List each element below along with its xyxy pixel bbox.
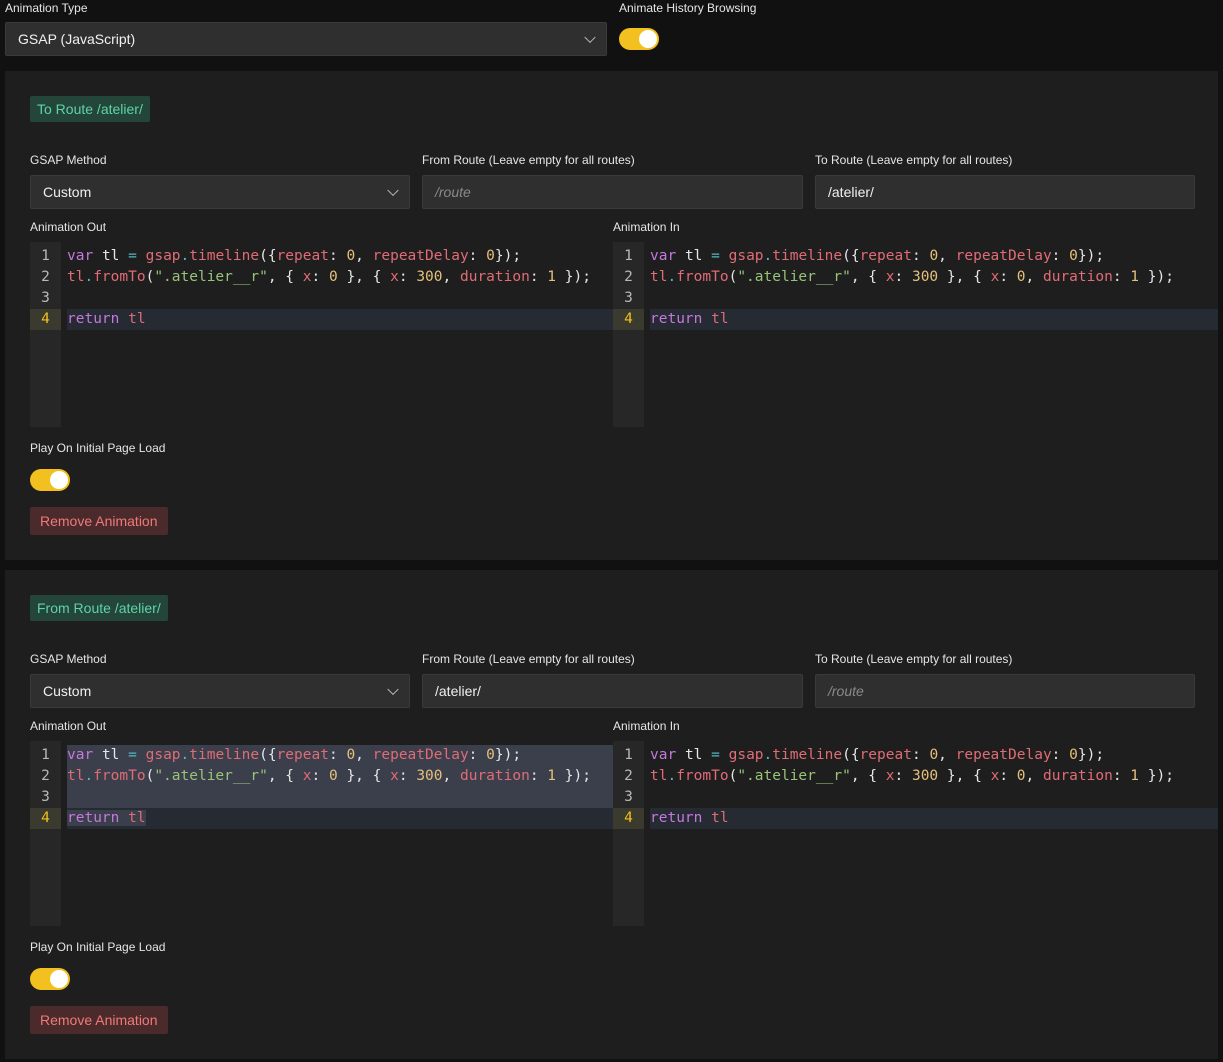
play-initial-label: Play On Initial Page Load — [30, 940, 166, 954]
from-route-label: From Route (Leave empty for all routes) — [422, 652, 635, 666]
line-number: 3 — [624, 290, 633, 306]
gsap-method-value: Custom — [43, 184, 92, 200]
code-line: var tl = gsap.timeline({repeat: 0, repea… — [67, 248, 522, 264]
history-toggle[interactable] — [619, 28, 659, 50]
code-line: tl.fromTo(".atelier__r", { x: 300 }, { x… — [650, 768, 1174, 784]
line-number: 4 — [613, 808, 644, 829]
code-line: var tl = gsap.timeline({repeat: 0, repea… — [650, 248, 1105, 264]
from-route-text: /atelier/ — [435, 683, 481, 699]
code-line: return tl — [67, 309, 613, 330]
animation-in-label: Animation In — [613, 719, 680, 733]
animation-panel: To Route /atelier/ GSAP Method Custom Fr… — [5, 71, 1218, 560]
from-route-input[interactable]: /atelier/ — [422, 674, 803, 708]
play-initial-toggle[interactable] — [30, 968, 70, 990]
to-route-input[interactable]: /route — [815, 674, 1195, 708]
animation-out-label: Animation Out — [30, 719, 107, 733]
line-number: 2 — [41, 768, 50, 784]
chevron-down-icon — [387, 683, 399, 696]
play-initial-toggle[interactable] — [30, 469, 70, 491]
toggle-knob — [50, 970, 68, 988]
gsap-method-select[interactable]: Custom — [30, 175, 410, 209]
line-number: 3 — [624, 789, 633, 805]
remove-animation-button[interactable]: Remove Animation — [30, 1006, 168, 1034]
animation-in-label: Animation In — [613, 220, 680, 234]
line-number: 3 — [41, 789, 50, 805]
code-line: tl.fromTo(".atelier__r", { x: 0 }, { x: … — [67, 768, 591, 784]
gsap-method-value: Custom — [43, 683, 92, 699]
animation-in-editor[interactable]: 1 var tl = gsap.timeline({repeat: 0, repe… — [613, 741, 1218, 926]
chevron-down-icon — [387, 184, 399, 197]
animation-out-label: Animation Out — [30, 220, 107, 234]
gsap-method-label: GSAP Method — [30, 153, 107, 167]
gsap-method-label: GSAP Method — [30, 652, 107, 666]
route-tag: To Route /atelier/ — [30, 96, 150, 122]
code-line: return tl — [650, 309, 1218, 330]
from-route-text: /route — [435, 184, 471, 200]
to-route-text: /route — [828, 683, 864, 699]
code-line: var tl = gsap.timeline({repeat: 0, repea… — [650, 747, 1105, 763]
line-number: 1 — [624, 747, 633, 763]
history-label: Animate History Browsing — [619, 1, 757, 15]
line-number: 4 — [30, 808, 61, 829]
line-number: 1 — [41, 248, 50, 264]
from-route-label: From Route (Leave empty for all routes) — [422, 153, 635, 167]
animation-out-editor[interactable]: 1 var tl = gsap.timeline({repeat: 0, repe… — [30, 242, 613, 427]
play-initial-label: Play On Initial Page Load — [30, 441, 166, 455]
to-route-label: To Route (Leave empty for all routes) — [815, 153, 1013, 167]
to-route-input[interactable]: /atelier/ — [815, 175, 1195, 209]
code-line: tl.fromTo(".atelier__r", { x: 0 }, { x: … — [67, 269, 591, 285]
animation-in-editor[interactable]: 1 var tl = gsap.timeline({repeat: 0, repe… — [613, 242, 1218, 427]
line-number: 3 — [41, 290, 50, 306]
to-route-label: To Route (Leave empty for all routes) — [815, 652, 1013, 666]
route-tag: From Route /atelier/ — [30, 595, 168, 621]
line-number: 2 — [624, 768, 633, 784]
line-number: 2 — [41, 269, 50, 285]
line-number: 1 — [624, 248, 633, 264]
code-line: var tl = gsap.timeline({repeat: 0, repea… — [67, 747, 522, 763]
toggle-knob — [50, 471, 68, 489]
animation-panel: From Route /atelier/ GSAP Method Custom … — [5, 570, 1218, 1059]
gsap-method-select[interactable]: Custom — [30, 674, 410, 708]
animation-out-editor[interactable]: 1 var tl = gsap.timeline({repeat: 0, repe… — [30, 741, 613, 926]
code-line: return tl — [67, 808, 613, 829]
line-number: 4 — [613, 309, 644, 330]
from-route-input[interactable]: /route — [422, 175, 803, 209]
line-number: 2 — [624, 269, 633, 285]
animation-type-value: GSAP (JavaScript) — [18, 31, 136, 47]
code-line: tl.fromTo(".atelier__r", { x: 300 }, { x… — [650, 269, 1174, 285]
chevron-down-icon — [584, 31, 596, 44]
animation-type-label: Animation Type — [5, 1, 88, 15]
to-route-text: /atelier/ — [828, 184, 874, 200]
toggle-knob — [639, 30, 657, 48]
line-number: 1 — [41, 747, 50, 763]
remove-animation-button[interactable]: Remove Animation — [30, 507, 168, 535]
animation-type-select[interactable]: GSAP (JavaScript) — [5, 22, 607, 56]
line-number: 4 — [30, 309, 61, 330]
code-line: return tl — [650, 808, 1218, 829]
